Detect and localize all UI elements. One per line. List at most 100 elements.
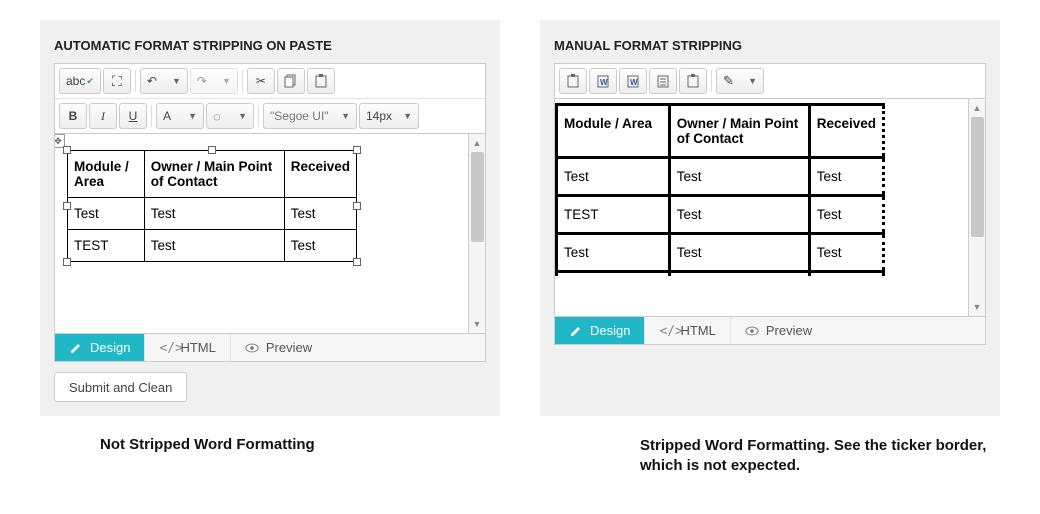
code-icon: </>	[659, 324, 673, 338]
td[interactable]: TEST	[557, 196, 670, 234]
tab-design[interactable]: Design	[555, 317, 645, 344]
clipboard-html-icon	[687, 74, 699, 88]
redo-split-button[interactable]: ↷▼	[190, 68, 238, 94]
format-stripper-split-button[interactable]: ✎▼	[716, 68, 764, 94]
paste-plain-button[interactable]	[559, 68, 587, 94]
th-module[interactable]: Module / Area	[557, 105, 670, 158]
tab-html[interactable]: </> HTML	[145, 334, 230, 361]
editor-scrollbar[interactable]: ▲ ▼	[469, 134, 486, 334]
scissors-icon: ✂	[256, 74, 266, 88]
tab-preview[interactable]: Preview	[231, 334, 326, 361]
scroll-thumb[interactable]	[971, 117, 984, 237]
editor-mode-tabs: Design </> HTML Preview	[54, 334, 486, 362]
td[interactable]: Test	[809, 196, 883, 234]
resize-handle-n[interactable]	[208, 146, 216, 154]
scroll-up-arrow[interactable]: ▲	[469, 136, 485, 150]
paste-html-button[interactable]	[679, 68, 707, 94]
td[interactable]: Test	[809, 158, 883, 196]
bold-button[interactable]: B	[59, 103, 87, 129]
toolbar-row-1: abc✔ ⛶ ↶▼ ↷▼ ✂	[55, 64, 485, 99]
panel-title: MANUAL FORMAT STRIPPING	[554, 38, 986, 53]
td[interactable]: Test	[284, 198, 356, 230]
td[interactable]: Test	[669, 234, 809, 272]
tab-label: HTML	[680, 323, 715, 338]
paste-word-button[interactable]: W	[589, 68, 617, 94]
th-received[interactable]: Received	[284, 151, 356, 198]
td[interactable]: Test	[669, 158, 809, 196]
resize-handle-sw[interactable]	[63, 258, 71, 266]
check-icon: ✔	[86, 76, 94, 87]
binoculars-icon: ⛶	[112, 73, 122, 90]
resize-handle-ne[interactable]	[353, 146, 361, 154]
undo-split-button[interactable]: ↶▼	[140, 68, 188, 94]
caret-icon: ▼	[403, 111, 412, 121]
resize-handle-nw[interactable]	[63, 146, 71, 154]
caret-icon: ▼	[341, 111, 350, 121]
toolbar-separator	[242, 70, 243, 92]
submit-and-clean-button[interactable]: Submit and Clean	[54, 372, 187, 402]
cut-button[interactable]: ✂	[247, 68, 275, 94]
tab-html[interactable]: </> HTML	[645, 317, 730, 344]
underline-button[interactable]: U	[119, 103, 147, 129]
td[interactable]: Test	[669, 196, 809, 234]
font-size-select[interactable]: 14px▼	[359, 103, 419, 129]
td[interactable]: Test	[557, 158, 670, 196]
editor-scrollbar[interactable]: ▲ ▼	[969, 99, 986, 317]
scroll-up-arrow[interactable]: ▲	[969, 101, 985, 115]
td[interactable]: Test	[284, 230, 356, 262]
toolbar-separator	[711, 70, 712, 92]
copy-button[interactable]	[277, 68, 305, 94]
resize-handle-w[interactable]	[63, 202, 71, 210]
toolbar-separator	[151, 105, 152, 127]
th-module[interactable]: Module / Area	[68, 151, 145, 198]
td[interactable]: Test	[557, 234, 670, 272]
tab-label: Preview	[266, 340, 312, 355]
table-row: Test Test Test	[68, 198, 357, 230]
toolbar-row-1: W W ✎▼	[555, 64, 985, 98]
tab-label: Design	[590, 323, 630, 338]
brush-icon: ✎	[723, 73, 734, 89]
editor-wrap: Module / Area Owner / Main Point of Cont…	[554, 99, 986, 317]
th-received[interactable]: Received	[809, 105, 883, 158]
editor-content-area[interactable]: Module / Area Owner / Main Point of Cont…	[554, 99, 969, 317]
spellcheck-button[interactable]: abc✔	[59, 68, 101, 94]
table-row: Test Test Test	[557, 234, 884, 272]
italic-button[interactable]: I	[89, 103, 117, 129]
font-family-select[interactable]: "Segoe UI" ▼	[263, 103, 357, 129]
captions-row: Not Stripped Word Formatting Stripped Wo…	[0, 416, 1040, 475]
content-table-thin[interactable]: Module / Area Owner / Main Point of Cont…	[67, 150, 357, 262]
pencil-icon	[69, 341, 83, 355]
table-selection-frame: ✥ Module / Area Owner / Main Point of Co…	[67, 150, 357, 262]
clipboard-word-clean-icon: W	[627, 74, 639, 88]
paste-word-clean-button[interactable]: W	[619, 68, 647, 94]
content-table-thick[interactable]: Module / Area Owner / Main Point of Cont…	[555, 103, 885, 276]
svg-text:W: W	[600, 78, 608, 87]
tab-preview[interactable]: Preview	[731, 317, 826, 344]
th-owner[interactable]: Owner / Main Point of Contact	[669, 105, 809, 158]
eye-icon	[245, 341, 259, 355]
td[interactable]: Test	[144, 198, 284, 230]
td[interactable]: Test	[68, 198, 145, 230]
caption-right: Stripped Word Formatting. See the ticker…	[640, 436, 1020, 475]
font-family-value: "Segoe UI"	[270, 109, 329, 123]
td[interactable]: Test	[809, 234, 883, 272]
scroll-down-arrow[interactable]: ▼	[469, 317, 485, 331]
tab-design[interactable]: Design	[55, 334, 145, 361]
resize-handle-e[interactable]	[353, 202, 361, 210]
find-button[interactable]: ⛶	[103, 68, 131, 94]
page-root: AUTOMATIC FORMAT STRIPPING ON PASTE abc✔…	[0, 0, 1040, 416]
editor-content-area[interactable]: ✥ Module / Area Owner / Main Point of Co…	[54, 134, 469, 334]
paste-button[interactable]	[307, 68, 335, 94]
forecolor-split-button[interactable]: A▼	[156, 103, 204, 129]
td[interactable]: Test	[144, 230, 284, 262]
resize-handle-se[interactable]	[353, 258, 361, 266]
table-row-partial	[557, 272, 884, 276]
backcolor-split-button[interactable]: ◌▼	[206, 103, 254, 129]
scroll-down-arrow[interactable]: ▼	[969, 300, 985, 314]
scroll-thumb[interactable]	[471, 152, 484, 242]
caret-icon: ▼	[188, 111, 197, 121]
panel-manual: MANUAL FORMAT STRIPPING W W	[540, 20, 1000, 416]
paste-formatted-button[interactable]	[649, 68, 677, 94]
td[interactable]: TEST	[68, 230, 145, 262]
th-owner[interactable]: Owner / Main Point of Contact	[144, 151, 284, 198]
